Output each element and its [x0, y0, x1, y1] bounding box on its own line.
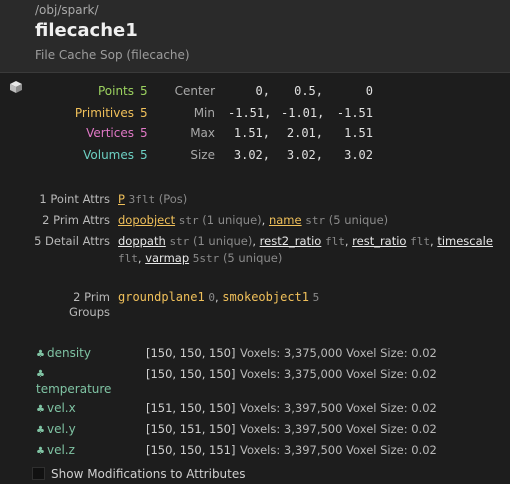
prim-groups-label: 2 Prim Groups: [30, 290, 110, 320]
stat-label-primitives: Primitives: [74, 106, 134, 120]
prim-attrs-list: dopobject str (1 unique), name str (5 un…: [118, 213, 389, 227]
bounds-min-z: -1.51: [336, 106, 373, 120]
attr-detail: (5 unique): [328, 213, 389, 227]
info-header: /obj/spark/ filecache1 File Cache Sop (f…: [0, 0, 510, 73]
bounds-max-y: 2.01,: [286, 126, 323, 140]
detail-attrs-list: doppath str (1 unique), rest2_ratio flt,…: [118, 234, 493, 265]
attr-name[interactable]: P: [118, 192, 125, 206]
attr-name[interactable]: varmap: [145, 251, 189, 265]
volume-name-density: ♣ density: [36, 346, 91, 360]
bounds-center-y: 0.5,: [294, 84, 323, 98]
show-modifications-checkbox[interactable]: [32, 467, 45, 480]
prim-groups-label-line1: 2 Prim: [73, 290, 110, 304]
volume-info: Voxels: 3,397,500 Voxel Size: 0.02: [240, 422, 437, 436]
show-modifications-label: Show Modifications to Attributes: [51, 467, 246, 481]
attr-type: str: [178, 214, 199, 227]
volume-info: Voxels: 3,375,000 Voxel Size: 0.02: [240, 367, 437, 381]
leaf-icon: ♣: [36, 404, 45, 415]
attr-type: flt: [118, 252, 138, 265]
stat-label-points: Points: [97, 84, 134, 98]
attr-name[interactable]: name: [269, 213, 302, 227]
leaf-icon: ♣: [36, 349, 45, 360]
bounds-center-z: 0: [365, 84, 373, 98]
attr-type: str: [305, 214, 326, 227]
leaf-icon: ♣: [36, 446, 45, 457]
bounds-size-label: Size: [190, 148, 215, 162]
group-name[interactable]: smokeobject1: [222, 290, 309, 304]
volume-info: Voxels: 3,375,000 Voxel Size: 0.02: [240, 346, 437, 360]
attr-type: flt: [324, 235, 345, 248]
point-attrs-list: P 3flt (Pos): [118, 191, 498, 208]
bounds-center-x: 0,: [255, 84, 270, 98]
node-type: File Cache Sop (filecache): [35, 48, 190, 62]
bounds-max-z: 1.51: [344, 126, 373, 140]
bounds-size-x: 3.02,: [233, 148, 270, 162]
node-title: filecache1: [35, 20, 138, 41]
stat-value-vertices: 5: [140, 126, 148, 140]
prim-groups-list: groundplane1 0, smokeobject1 5: [118, 290, 320, 304]
attr-detail: (1 unique): [202, 213, 262, 227]
attr-detail: (1 unique): [192, 234, 253, 248]
volume-resolution: [150, 150, 151]: [146, 443, 236, 457]
group-count: 5: [312, 291, 320, 304]
bounds-min-label: Min: [193, 106, 215, 120]
volume-name-vel-x: ♣ vel.x: [36, 401, 76, 415]
node-path: /obj/spark/: [35, 3, 99, 17]
attr-name[interactable]: dopobject: [118, 213, 175, 227]
attr-detail: (5 unique): [222, 251, 283, 265]
volume-name-temperature: ♣ temperature: [36, 369, 112, 396]
volume-resolution: [150, 151, 150]: [146, 422, 236, 436]
point-attrs-label: 1 Point Attrs: [39, 192, 110, 206]
attr-type: flt: [410, 235, 431, 248]
attr-name[interactable]: doppath: [118, 234, 166, 248]
attr-type: 3flt: [128, 193, 156, 206]
bounds-size-z: 3.02: [344, 148, 373, 162]
group-count: 0: [208, 291, 215, 304]
stat-value-volumes: 5: [140, 148, 148, 162]
bounds-max-x: 1.51,: [233, 126, 270, 140]
volume-name-vel-y: ♣ vel.y: [36, 422, 76, 436]
leaf-icon: ♣: [36, 369, 45, 380]
detail-attrs-label: 5 Detail Attrs: [34, 234, 110, 248]
bounds-max-label: Max: [190, 126, 215, 140]
volume-resolution: [150, 150, 150]: [146, 346, 236, 360]
bounds-center-label: Center: [174, 84, 215, 98]
attr-name[interactable]: rest2_ratio: [260, 234, 322, 248]
volume-resolution: [150, 150, 150]: [146, 367, 236, 381]
prim-attrs-label: 2 Prim Attrs: [42, 213, 110, 227]
volume-info: Voxels: 3,397,500 Voxel Size: 0.02: [240, 401, 437, 415]
group-name[interactable]: groundplane1: [118, 290, 205, 304]
bounds-size-y: 3.02,: [286, 148, 323, 162]
stat-value-primitives: 5: [140, 106, 148, 120]
stat-label-vertices: Vertices: [86, 126, 134, 140]
bounds-min-x: -1.51,: [228, 106, 272, 120]
volume-resolution: [151, 150, 150]: [146, 401, 236, 415]
attr-type: str: [169, 235, 190, 248]
volume-name-vel-z: ♣ vel.z: [36, 443, 75, 457]
attr-name[interactable]: timescale: [437, 234, 493, 248]
stat-value-points: 5: [140, 84, 148, 98]
stat-label-volumes: Volumes: [83, 148, 134, 162]
attr-type: 5str: [192, 252, 220, 265]
volume-info: Voxels: 3,397,500 Voxel Size: 0.02: [240, 443, 437, 457]
prim-groups-label-line2: Groups: [68, 305, 110, 319]
bounds-min-y: -1.01,: [281, 106, 325, 120]
attr-name[interactable]: rest_ratio: [352, 234, 406, 248]
leaf-icon: ♣: [36, 425, 45, 436]
attr-detail: (Pos): [158, 192, 188, 206]
